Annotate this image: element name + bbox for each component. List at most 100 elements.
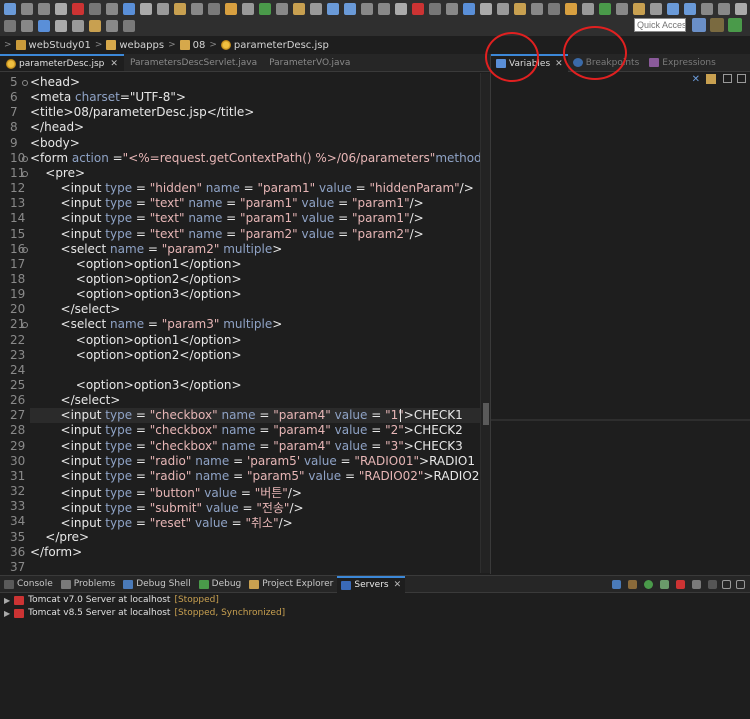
toolbar-button-icon[interactable] xyxy=(514,3,526,15)
code-line[interactable]: <option>option1</option> xyxy=(30,333,242,348)
toolbar-button-icon[interactable] xyxy=(412,3,424,15)
code-line[interactable]: <input type = "checkbox" name = "param4"… xyxy=(30,423,463,438)
code-line[interactable]: <input type = "text" name = "param2" val… xyxy=(30,227,424,242)
server-row[interactable]: ▶ Tomcat v7.0 Server at localhost [Stopp… xyxy=(0,594,750,606)
code-line[interactable]: <body> xyxy=(30,136,80,151)
code-line[interactable]: <input type = "button" value = "버튼"/> xyxy=(30,484,302,500)
toolbar-button-icon[interactable] xyxy=(72,20,84,32)
toolbar-button-icon[interactable] xyxy=(55,20,67,32)
scroll-thumb[interactable] xyxy=(483,403,489,425)
toolbar-button-icon[interactable] xyxy=(582,3,594,15)
toolbar-button-icon[interactable] xyxy=(38,3,50,15)
fold-toggle-icon[interactable] xyxy=(22,170,28,177)
toolbar-button-icon[interactable] xyxy=(123,20,135,32)
toolbar-button-icon[interactable] xyxy=(650,3,662,15)
toolbar-button-icon[interactable] xyxy=(4,3,16,15)
close-icon[interactable]: ✕ xyxy=(394,580,402,590)
code-line[interactable]: <input type = "reset" value = "취소"/> xyxy=(30,514,293,530)
close-icon[interactable]: ✕ xyxy=(555,59,563,69)
view-menu-icon[interactable] xyxy=(708,580,717,589)
toolbar-button-icon[interactable] xyxy=(174,3,186,15)
perspective-javaee-icon[interactable] xyxy=(710,18,724,32)
collapse-all-icon[interactable]: ✕ xyxy=(692,74,700,85)
breadcrumb-project[interactable]: webStudy01 xyxy=(15,40,91,51)
toolbar-button-icon[interactable] xyxy=(480,3,492,15)
toolbar-button-icon[interactable] xyxy=(446,3,458,15)
code-line[interactable]: <option>option1</option> xyxy=(30,257,242,272)
toolbar-button-icon[interactable] xyxy=(157,3,169,15)
tab-debug[interactable]: Debug xyxy=(195,576,246,593)
code-line[interactable]: <input type = "text" name = "param1" val… xyxy=(30,196,424,211)
start-server-icon[interactable] xyxy=(644,580,653,589)
code-line[interactable]: <option>option3</option> xyxy=(30,287,242,302)
toolbar-button-icon[interactable] xyxy=(259,3,271,15)
code-line[interactable]: <form action ="<%=request.getContextPath… xyxy=(30,151,480,166)
toolbar-button-icon[interactable] xyxy=(344,3,356,15)
toolbar-button-icon[interactable] xyxy=(531,3,543,15)
toolbar-button-icon[interactable] xyxy=(718,3,730,15)
code-line[interactable]: <input type = "radio" name = 'param5' va… xyxy=(30,454,475,469)
code-line[interactable]: <option>option2</option> xyxy=(30,348,242,363)
stop-server-icon[interactable] xyxy=(676,580,685,589)
toolbar-button-icon[interactable] xyxy=(242,3,254,15)
toolbar-button-icon[interactable] xyxy=(361,3,373,15)
new-server-icon[interactable] xyxy=(612,580,621,589)
code-line[interactable]: <input type = "hidden" name = "param1" v… xyxy=(30,181,474,196)
maximize-icon[interactable] xyxy=(736,580,745,589)
profile-server-icon[interactable] xyxy=(660,580,669,589)
toolbar-button-icon[interactable] xyxy=(701,3,713,15)
toolbar-button-icon[interactable] xyxy=(276,3,288,15)
toolbar-button-icon[interactable] xyxy=(310,3,322,15)
code-area[interactable]: <head> <meta charset="UTF-8"> <title>08/pa… xyxy=(30,73,480,573)
code-line[interactable]: <input type = "checkbox" name = "param4"… xyxy=(30,439,463,454)
toolbar-button-icon[interactable] xyxy=(106,20,118,32)
toolbar-button-icon[interactable] xyxy=(293,3,305,15)
code-line[interactable]: </select> xyxy=(30,393,121,408)
tab-debug-shell[interactable]: Debug Shell xyxy=(119,576,194,593)
toolbar-button-icon[interactable] xyxy=(225,3,237,15)
show-type-names-icon[interactable] xyxy=(706,74,716,84)
code-line[interactable]: <title>08/parameterDesc.jsp</title> xyxy=(30,105,254,120)
toolbar-button-icon[interactable] xyxy=(548,3,560,15)
start-debug-icon[interactable] xyxy=(628,580,637,589)
toolbar-button-icon[interactable] xyxy=(429,3,441,15)
toolbar-button-icon[interactable] xyxy=(497,3,509,15)
toolbar-button-icon[interactable] xyxy=(633,3,645,15)
minimize-icon[interactable] xyxy=(723,74,732,83)
tab-servers[interactable]: Servers ✕ xyxy=(337,575,406,593)
server-row[interactable]: ▶ Tomcat v8.5 Server at localhost [Stopp… xyxy=(0,607,750,619)
tab-parametervo-java[interactable]: ParameterVO.java xyxy=(263,54,356,71)
toolbar-button-icon[interactable] xyxy=(599,3,611,15)
tab-problems[interactable]: Problems xyxy=(57,576,119,593)
toolbar-button-icon[interactable] xyxy=(735,3,747,15)
tab-console[interactable]: Console xyxy=(0,576,57,593)
close-icon[interactable]: ✕ xyxy=(110,59,118,69)
perspective-java-icon[interactable] xyxy=(692,18,706,32)
minimize-icon[interactable] xyxy=(722,580,731,589)
tab-parametersdescservlet-java[interactable]: ParametersDescServlet.java xyxy=(124,54,263,71)
toolbar-button-icon[interactable] xyxy=(395,3,407,15)
toolbar-button-icon[interactable] xyxy=(327,3,339,15)
breadcrumb-file[interactable]: parameterDesc.jsp xyxy=(220,40,329,51)
toolbar-button-icon[interactable] xyxy=(21,20,33,32)
toolbar-button-icon[interactable] xyxy=(684,3,696,15)
editor-scrollbar[interactable] xyxy=(480,73,490,573)
code-line[interactable]: <pre> xyxy=(30,166,85,181)
toolbar-button-icon[interactable] xyxy=(72,3,84,15)
breadcrumb-folder-webapps[interactable]: webapps xyxy=(106,40,164,51)
tab-parameterdesc-jsp[interactable]: parameterDesc.jsp ✕ xyxy=(0,54,124,71)
code-line[interactable]: <input type = "submit" value = "전송"/> xyxy=(30,499,304,515)
toolbar-button-icon[interactable] xyxy=(140,3,152,15)
toolbar-button-icon[interactable] xyxy=(378,3,390,15)
tab-project-explorer[interactable]: Project Explorer xyxy=(245,576,337,593)
toolbar-button-icon[interactable] xyxy=(191,3,203,15)
toolbar-button-icon[interactable] xyxy=(463,3,475,15)
toolbar-button-icon[interactable] xyxy=(565,3,577,15)
maximize-icon[interactable] xyxy=(737,74,746,83)
expand-arrow-icon[interactable]: ▶ xyxy=(4,596,10,605)
code-editor[interactable]: 5 6 7 8 9 10 11 12 13 14 15 16 17 18 19 20 21 22 23 24 25 26 2… xyxy=(0,73,480,573)
code-line[interactable]: <head> xyxy=(30,75,80,90)
fold-toggle-icon[interactable] xyxy=(22,322,28,329)
perspective-debug-icon[interactable] xyxy=(728,18,742,32)
toolbar-button-icon[interactable] xyxy=(55,3,67,15)
